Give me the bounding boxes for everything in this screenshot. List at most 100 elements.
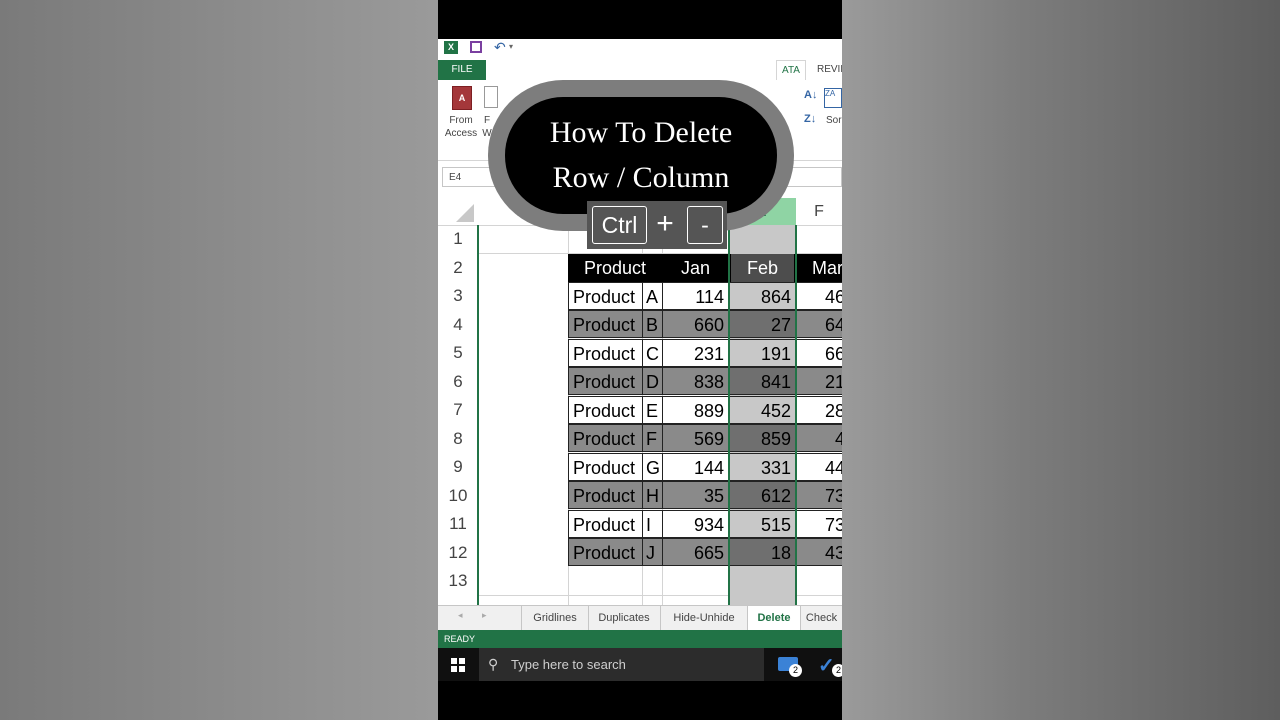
column-header-f[interactable]: F (796, 198, 842, 226)
row-header[interactable]: 13 (438, 567, 478, 595)
save-icon[interactable] (470, 41, 482, 53)
from-access-button[interactable]: From Access (442, 114, 480, 140)
undo-icon[interactable]: ↶ (494, 39, 506, 56)
cell-feb[interactable]: 612 (729, 481, 797, 509)
cell-product-word[interactable]: Product (568, 282, 643, 310)
ribbon-tabs: FILE ATA REVIE (438, 60, 842, 81)
search-placeholder: Type here to search (511, 657, 626, 672)
cell-feb[interactable]: 864 (729, 282, 797, 310)
cell-product-word[interactable]: Product (568, 538, 643, 566)
sheet-tab-duplicates[interactable]: Duplicates (588, 606, 661, 630)
cell-jan[interactable]: 889 (662, 396, 730, 424)
tab-review[interactable]: REVIE (817, 60, 842, 80)
cell-product-letter[interactable]: F (642, 424, 663, 452)
cell-mar[interactable]: 66 (796, 339, 842, 367)
cell-product-letter[interactable]: D (642, 367, 663, 395)
cell-feb[interactable]: 18 (729, 538, 797, 566)
header-product[interactable]: Product (568, 254, 662, 282)
row-header[interactable]: 1 (438, 225, 478, 253)
cell-product-letter[interactable]: J (642, 538, 663, 566)
row-header[interactable]: 5 (438, 339, 478, 367)
from-access-line2: Access (444, 128, 478, 139)
select-all-corner[interactable] (438, 198, 478, 226)
header-mar[interactable]: Mar (796, 254, 842, 282)
row-header[interactable]: 6 (438, 367, 478, 396)
row-header[interactable]: 7 (438, 396, 478, 424)
cell-mar[interactable]: 21 (796, 367, 842, 395)
cell-product-word[interactable]: Product (568, 453, 643, 481)
sheet-scroll-right-icon[interactable]: ▸ (482, 610, 487, 621)
row-header[interactable]: 9 (438, 453, 478, 481)
row-header[interactable]: 2 (438, 253, 478, 282)
cell-jan[interactable]: 114 (662, 282, 730, 310)
cell-mar[interactable]: 73 (796, 481, 842, 509)
sort-dialog-icon[interactable]: ZA (824, 88, 842, 108)
cell-jan[interactable]: 660 (662, 310, 730, 338)
row-header[interactable]: 11 (438, 510, 478, 538)
tab-file[interactable]: FILE (438, 60, 486, 80)
cell-jan[interactable]: 35 (662, 481, 730, 509)
cell-product-word[interactable]: Product (568, 339, 643, 367)
tab-data[interactable]: ATA (776, 60, 806, 81)
cell-product-word[interactable]: Product (568, 424, 643, 452)
cell-product-letter[interactable]: C (642, 339, 663, 367)
taskbar-search-box[interactable]: ⚲ Type here to search (479, 648, 764, 681)
cell-feb[interactable]: 859 (729, 424, 797, 452)
sort-za-icon[interactable]: Z↓ (804, 113, 816, 125)
cell-mar[interactable]: 73 (796, 510, 842, 538)
cell-product-letter[interactable]: G (642, 453, 663, 481)
row-header[interactable]: 3 (438, 282, 478, 310)
undo-dropdown-icon[interactable]: ▾ (509, 42, 513, 51)
sheet-tab-delete[interactable]: Delete (748, 606, 801, 632)
cell-mar[interactable]: 64 (796, 310, 842, 338)
cell-product-word[interactable]: Product (568, 310, 643, 338)
row-header[interactable]: 10 (438, 481, 478, 510)
cell-jan[interactable]: 144 (662, 453, 730, 481)
sheet-scroll-left-icon[interactable]: ◂ (458, 610, 463, 621)
cell-product-word[interactable]: Product (568, 367, 643, 395)
cell-feb[interactable]: 515 (729, 510, 797, 538)
row-header[interactable]: 8 (438, 424, 478, 453)
cell-product-word[interactable]: Product (568, 481, 643, 509)
key-minus: - (687, 206, 723, 244)
cell-feb[interactable]: 27 (729, 310, 797, 338)
windows-start-icon[interactable] (451, 658, 465, 672)
cell-product-word[interactable]: Product (568, 396, 643, 424)
sheet-tab-check[interactable]: Check (801, 606, 842, 630)
cell-feb[interactable]: 452 (729, 396, 797, 424)
cell-jan[interactable]: 934 (662, 510, 730, 538)
excel-logo-icon: X (444, 41, 458, 54)
sheet-tab-gridlines[interactable]: Gridlines (521, 606, 589, 630)
cell-product-letter[interactable]: B (642, 310, 663, 338)
sort-button[interactable]: Sor (826, 114, 842, 127)
keyboard-shortcut-overlay: Ctrl + - (587, 201, 727, 249)
header-feb[interactable]: Feb (729, 254, 796, 282)
row-header[interactable]: 4 (438, 310, 478, 339)
cell-mar[interactable]: 44 (796, 453, 842, 481)
cell-product-letter[interactable]: I (642, 510, 663, 538)
cell-jan[interactable]: 231 (662, 339, 730, 367)
cell-product-letter[interactable]: E (642, 396, 663, 424)
selection-edge (477, 225, 479, 605)
header-jan[interactable]: Jan (662, 254, 729, 282)
cell-product-letter[interactable]: A (642, 282, 663, 310)
cell-feb[interactable]: 331 (729, 453, 797, 481)
cell-mar[interactable]: 4 (796, 424, 842, 452)
from-web-icon (484, 86, 498, 108)
cell-jan[interactable]: 838 (662, 367, 730, 395)
cell-product-letter[interactable]: H (642, 481, 663, 509)
sort-az-icon[interactable]: A↓ (804, 89, 817, 101)
from-access-line1: From (449, 115, 473, 126)
cell-feb[interactable]: 191 (729, 339, 797, 367)
cell-mar[interactable]: 46 (796, 282, 842, 310)
sheet-tab-hide-unhide[interactable]: Hide-Unhide (661, 606, 748, 630)
cell-mar[interactable]: 43 (796, 538, 842, 566)
cell-jan[interactable]: 665 (662, 538, 730, 566)
cell-mar[interactable]: 28 (796, 396, 842, 424)
cell-product-word[interactable]: Product (568, 510, 643, 538)
cell-jan[interactable]: 569 (662, 424, 730, 452)
column-selection-border-right (795, 225, 797, 605)
windows-taskbar: ⚲ Type here to search 2 ✓ 2 (438, 648, 842, 681)
row-header[interactable]: 12 (438, 538, 478, 567)
cell-feb[interactable]: 841 (729, 367, 797, 395)
